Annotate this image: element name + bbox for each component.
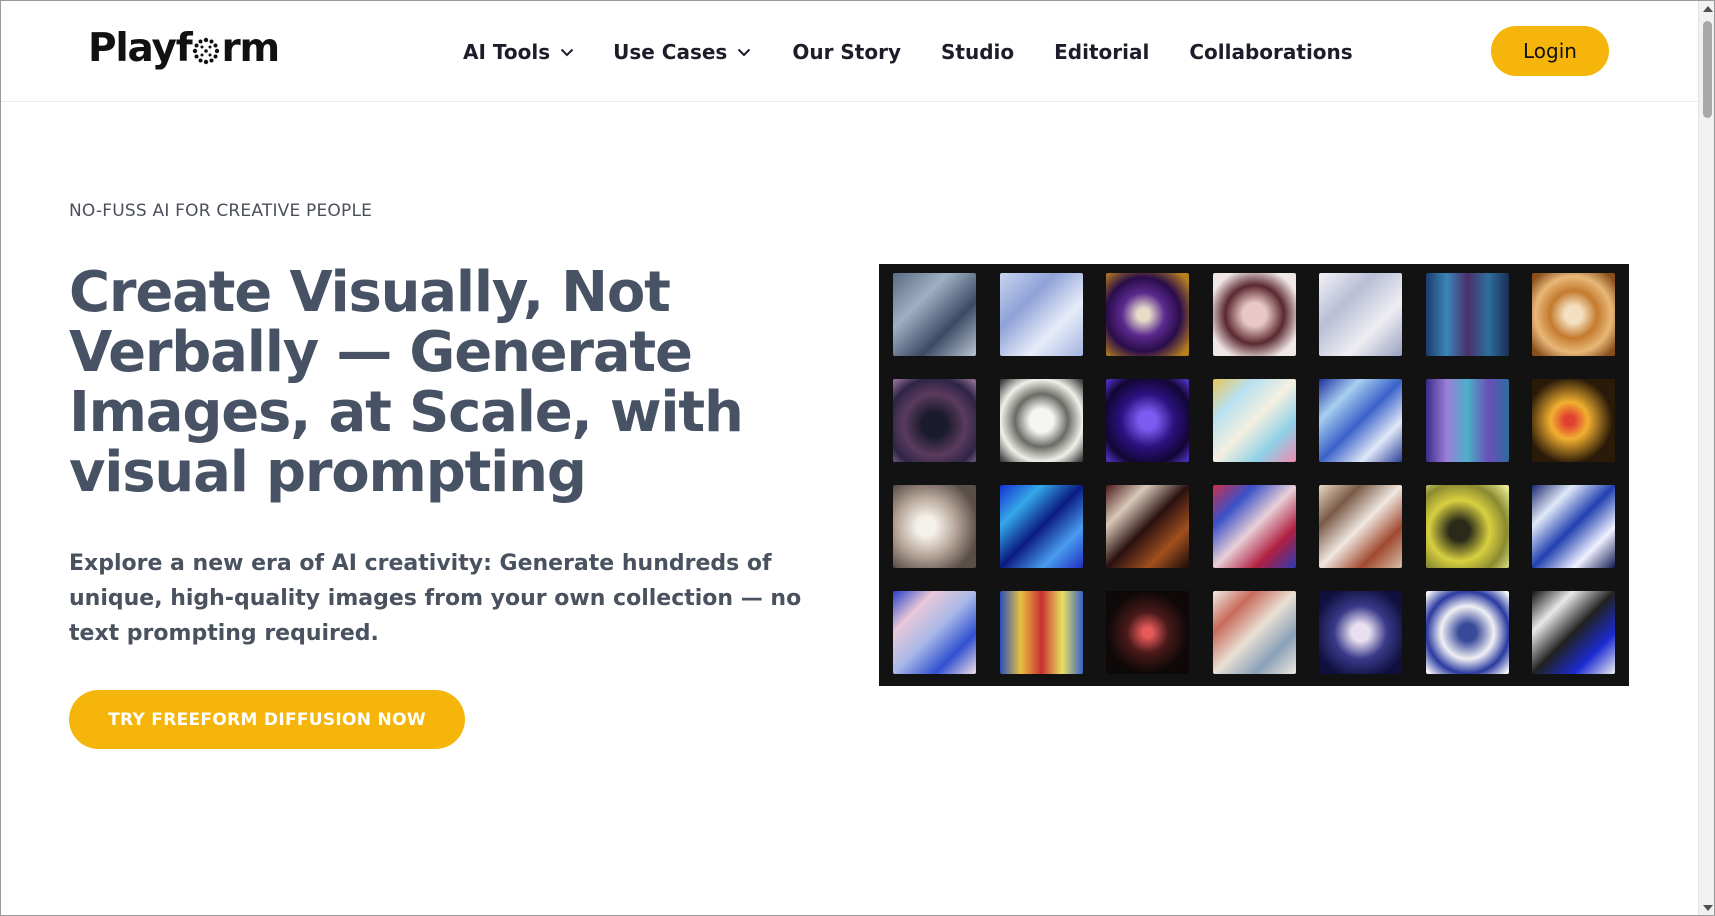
hero-headline: Create Visually, Not Verbally — Generate… [69,260,744,505]
gallery-image-tile [1319,591,1402,674]
chevron-down-icon [738,48,751,56]
gallery-image-tile [1106,485,1189,568]
hero-subtext: Explore a new era of AI creativity: Gene… [69,551,802,646]
nav-item-label: Studio [941,40,1015,64]
nav-item-studio[interactable]: Studio [941,40,1014,64]
gallery-image-tile [999,485,1083,568]
gallery-image-tile [1532,485,1615,568]
gallery-image-tile [1106,273,1189,356]
scrollbar-thumb[interactable] [1703,21,1712,118]
vertical-scrollbar[interactable] [1698,1,1714,915]
nav-item-ai-tools[interactable]: AI Tools [463,40,574,64]
dotted-o-logo-icon [193,37,220,65]
try-freeform-diffusion-button[interactable]: TRY FREEFORM DIFFUSION NOW [69,690,465,749]
nav-item-label: Our Story [792,40,901,64]
gallery-image-tile [893,273,976,356]
gallery-image-tile [893,379,976,462]
scroll-down-arrow-icon[interactable] [1703,905,1713,911]
gallery-image-tile [1425,485,1509,568]
nav-item-our-story[interactable]: Our Story [792,40,901,64]
gallery-image-tile [999,273,1083,356]
login-button[interactable]: Login [1491,26,1609,76]
gallery-image-tile [1425,273,1509,356]
nav-item-use-cases[interactable]: Use Cases [613,40,751,64]
gallery-image-tile [1212,273,1296,356]
gallery-image-tile [1106,591,1189,674]
generated-images-gallery [879,264,1629,686]
gallery-image-tile [1319,485,1402,568]
gallery-image-tile [893,591,976,674]
gallery-image-tile [1212,379,1296,462]
nav-item-collaborations[interactable]: Collaborations [1189,40,1352,64]
logo-text-prefix: Playf [88,25,193,71]
logo-text-suffix: rm [221,25,280,71]
gallery-image-tile [1532,379,1615,462]
site-header: Playf rm AI Tools Use Cases Our Story St… [1,1,1698,102]
browser-window: Playf rm AI Tools Use Cases Our Story St… [0,0,1715,916]
nav-item-label: Collaborations [1189,40,1353,64]
gallery-image-tile [1532,273,1615,356]
gallery-image-tile [1425,379,1509,462]
nav-item-label: AI Tools [463,40,551,64]
gallery-image-tile [1319,379,1402,462]
gallery-image-tile [893,485,976,568]
gallery-image-tile [1212,485,1296,568]
gallery-image-tile [999,591,1083,674]
playform-logo[interactable]: Playf rm [88,23,280,73]
gallery-image-tile [1106,379,1189,462]
nav-item-editorial[interactable]: Editorial [1054,40,1149,64]
gallery-image-tile [1425,591,1509,674]
nav-item-label: Editorial [1054,40,1150,64]
hero-eyebrow: NO-FUSS AI FOR CREATIVE PEOPLE [69,201,373,221]
nav-item-label: Use Cases [613,40,728,64]
gallery-image-tile [1319,273,1402,356]
main-nav: AI Tools Use Cases Our Story Studio Edit… [463,33,1353,71]
chevron-down-icon [560,48,574,56]
scroll-up-arrow-icon[interactable] [1703,6,1713,12]
gallery-image-tile [1212,591,1296,674]
gallery-image-tile [999,379,1083,462]
gallery-image-tile [1532,591,1615,674]
